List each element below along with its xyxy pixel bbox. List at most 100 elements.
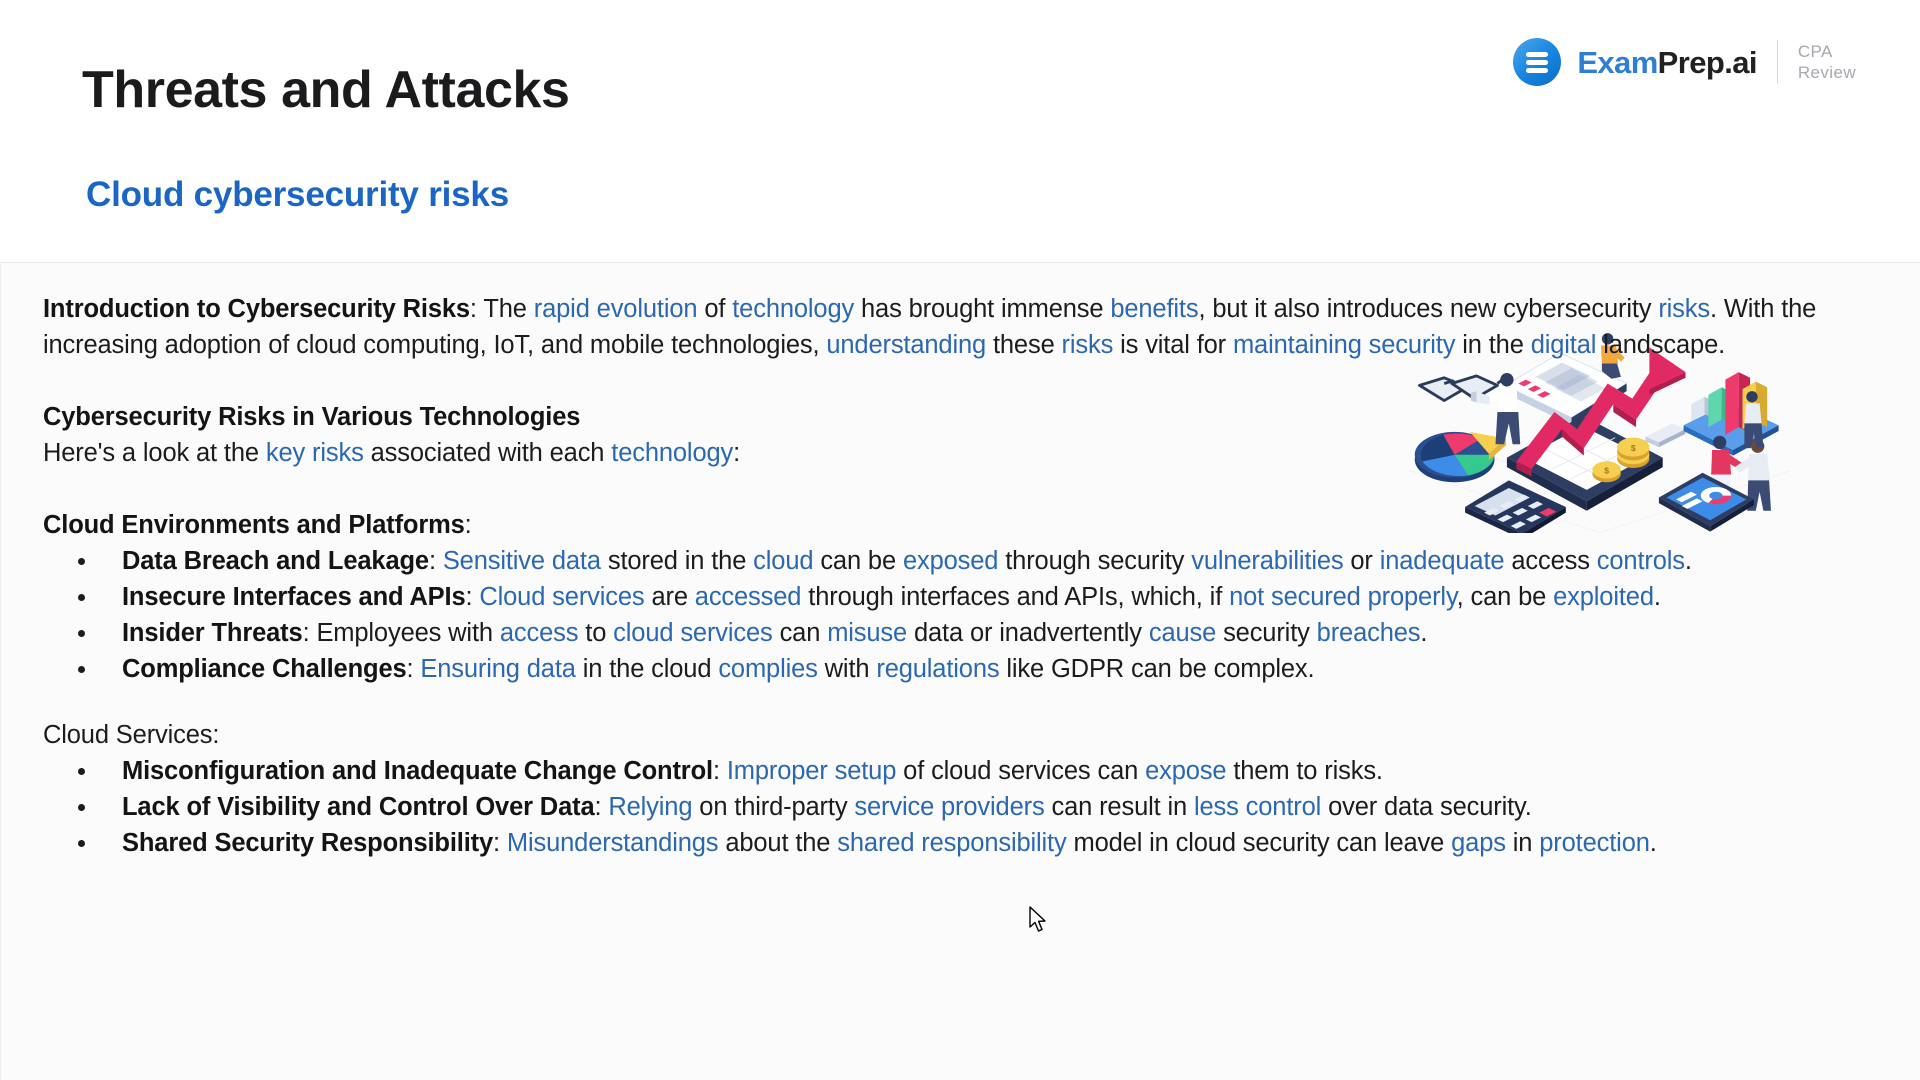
link-risks-2[interactable]: risks <box>1062 331 1114 359</box>
cloud-env-heading-line: Cloud Environments and Platforms: <box>43 507 1883 543</box>
bullet-colon: : <box>428 547 443 575</box>
risks-section-subline: Here's a look at the key risks associate… <box>43 435 1883 471</box>
link-protection[interactable]: protection <box>1539 829 1650 857</box>
bullet-colon: : <box>493 829 507 857</box>
bullet-s3: model in cloud security can leave <box>1066 829 1452 857</box>
page-title: Threats and Attacks <box>82 61 570 119</box>
link-key-risks[interactable]: key risks <box>266 439 364 467</box>
bullet-s5: security <box>1216 619 1317 647</box>
link-vulnerabilities[interactable]: vulnerabilities <box>1191 547 1343 575</box>
bullet-colon: : <box>712 757 727 785</box>
slide-header: Threats and Attacks Cloud cybersecurity … <box>0 0 1920 263</box>
list-item: Insider Threats: Employees with access t… <box>43 615 1883 651</box>
link-risks-1[interactable]: risks <box>1658 295 1710 323</box>
link-cause[interactable]: cause <box>1149 619 1216 647</box>
link-less-control[interactable]: less control <box>1194 793 1321 821</box>
link-improper-setup[interactable]: Improper setup <box>727 757 897 785</box>
link-ensuring-data[interactable]: Ensuring data <box>420 655 576 683</box>
logo-divider <box>1776 40 1778 84</box>
link-misuse[interactable]: misuse <box>827 619 907 647</box>
link-maintaining-security[interactable]: maintaining security <box>1233 331 1456 359</box>
list-item: Compliance Challenges: Ensuring data in … <box>43 651 1883 687</box>
intro-s4: , but it also introduces new cybersecuri… <box>1198 295 1659 323</box>
bullet-s5: or <box>1343 547 1380 575</box>
bullet-colon: : <box>465 583 480 611</box>
link-cloud[interactable]: cloud <box>753 547 813 575</box>
link-service-providers[interactable]: service providers <box>854 793 1044 821</box>
list-item: Shared Security Responsibility: Misunder… <box>43 825 1883 861</box>
list-item: Data Breach and Leakage: Sensitive data … <box>43 543 1883 579</box>
bullet-s3: can <box>772 619 828 647</box>
link-cloud-services[interactable]: Cloud services <box>479 583 644 611</box>
link-regulations[interactable]: regulations <box>876 655 999 683</box>
list-item: Lack of Visibility and Control Over Data… <box>43 789 1883 825</box>
cloud-env-colon: : <box>464 511 472 539</box>
intro-heading: Introduction to Cybersecurity Risks <box>43 295 470 323</box>
link-technology-2[interactable]: technology <box>611 439 733 467</box>
bullet-s4: in <box>1505 829 1540 857</box>
link-digital[interactable]: digital <box>1531 331 1597 359</box>
risks-section-heading: Cybersecurity Risks in Various Technolog… <box>43 403 581 431</box>
bullet-s2: are <box>644 583 695 611</box>
intro-paragraph: Introduction to Cybersecurity Risks: The… <box>43 291 1883 363</box>
link-cloud-services-2[interactable]: cloud services <box>613 619 773 647</box>
bullet-s4: over data security. <box>1321 793 1532 821</box>
bullet-colon: : <box>406 655 421 683</box>
intro-s6: these <box>986 331 1062 359</box>
cloud-env-heading: Cloud Environments and Platforms <box>43 511 465 539</box>
list-item: Misconfiguration and Inadequate Change C… <box>43 753 1883 789</box>
bullet-term: Data Breach and Leakage <box>122 547 429 575</box>
link-exploited[interactable]: exploited <box>1553 583 1654 611</box>
intro-s2: of <box>697 295 733 323</box>
brand-name-part-b: Prep.ai <box>1657 44 1758 80</box>
bullet-s4: data or inadvertently <box>907 619 1149 647</box>
link-expose[interactable]: expose <box>1145 757 1226 785</box>
link-controls[interactable]: controls <box>1597 547 1685 575</box>
cloud-env-bullet-list: Data Breach and Leakage: Sensitive data … <box>43 543 1883 687</box>
bullet-s2: to <box>578 619 614 647</box>
link-technology[interactable]: technology <box>732 295 854 323</box>
bullet-s2: about the <box>718 829 838 857</box>
link-relying[interactable]: Relying <box>608 793 692 821</box>
bullet-s4: , can be <box>1456 583 1554 611</box>
bullet-s3: can result in <box>1044 793 1194 821</box>
brand-sublabel: CPA Review <box>1798 41 1856 84</box>
bullet-term: Insecure Interfaces and APIs <box>122 583 466 611</box>
link-exposed[interactable]: exposed <box>903 547 999 575</box>
bullet-s6: . <box>1420 619 1428 647</box>
link-complies[interactable]: complies <box>718 655 818 683</box>
intro-colon: : <box>469 295 484 323</box>
intro-s3: has brought immense <box>854 295 1111 323</box>
link-access[interactable]: access <box>500 619 579 647</box>
link-shared-responsibility[interactable]: shared responsibility <box>837 829 1066 857</box>
link-misunderstandings[interactable]: Misunderstandings <box>507 829 719 857</box>
bullet-term: Misconfiguration and Inadequate Change C… <box>122 757 713 785</box>
cloud-services-heading: Cloud Services <box>43 721 213 749</box>
link-sensitive-data[interactable]: Sensitive data <box>443 547 601 575</box>
intro-s7: is vital for <box>1113 331 1233 359</box>
brand-name-part-a: Exam <box>1577 44 1658 80</box>
link-gaps[interactable]: gaps <box>1451 829 1506 857</box>
bullet-colon: : <box>302 619 317 647</box>
bullet-s3: can be <box>813 547 903 575</box>
link-rapid-evolution[interactable]: rapid evolution <box>534 295 698 323</box>
page-subtitle: Cloud cybersecurity risks <box>86 175 509 214</box>
link-not-secured-properly[interactable]: not secured properly <box>1229 583 1457 611</box>
intro-s9: landscape. <box>1596 331 1726 359</box>
bullet-term: Compliance Challenges <box>122 655 407 683</box>
slide-content: $ $ Introduction to Cybersecurity Risks:… <box>0 263 1920 1080</box>
bullet-s2: on third-party <box>692 793 855 821</box>
link-accessed[interactable]: accessed <box>695 583 802 611</box>
risks-s1: Here's a look at the <box>43 439 266 467</box>
link-breaches[interactable]: breaches <box>1317 619 1421 647</box>
cloud-services-heading-line: Cloud Services: <box>43 717 1883 753</box>
cloud-services-colon: : <box>212 721 220 749</box>
link-understanding[interactable]: understanding <box>826 331 986 359</box>
intro-s1: The <box>483 295 534 323</box>
link-inadequate[interactable]: inadequate <box>1380 547 1505 575</box>
link-benefits[interactable]: benefits <box>1110 295 1198 323</box>
brand-logo[interactable]: ExamPrep.ai CPA Review <box>1513 38 1856 86</box>
